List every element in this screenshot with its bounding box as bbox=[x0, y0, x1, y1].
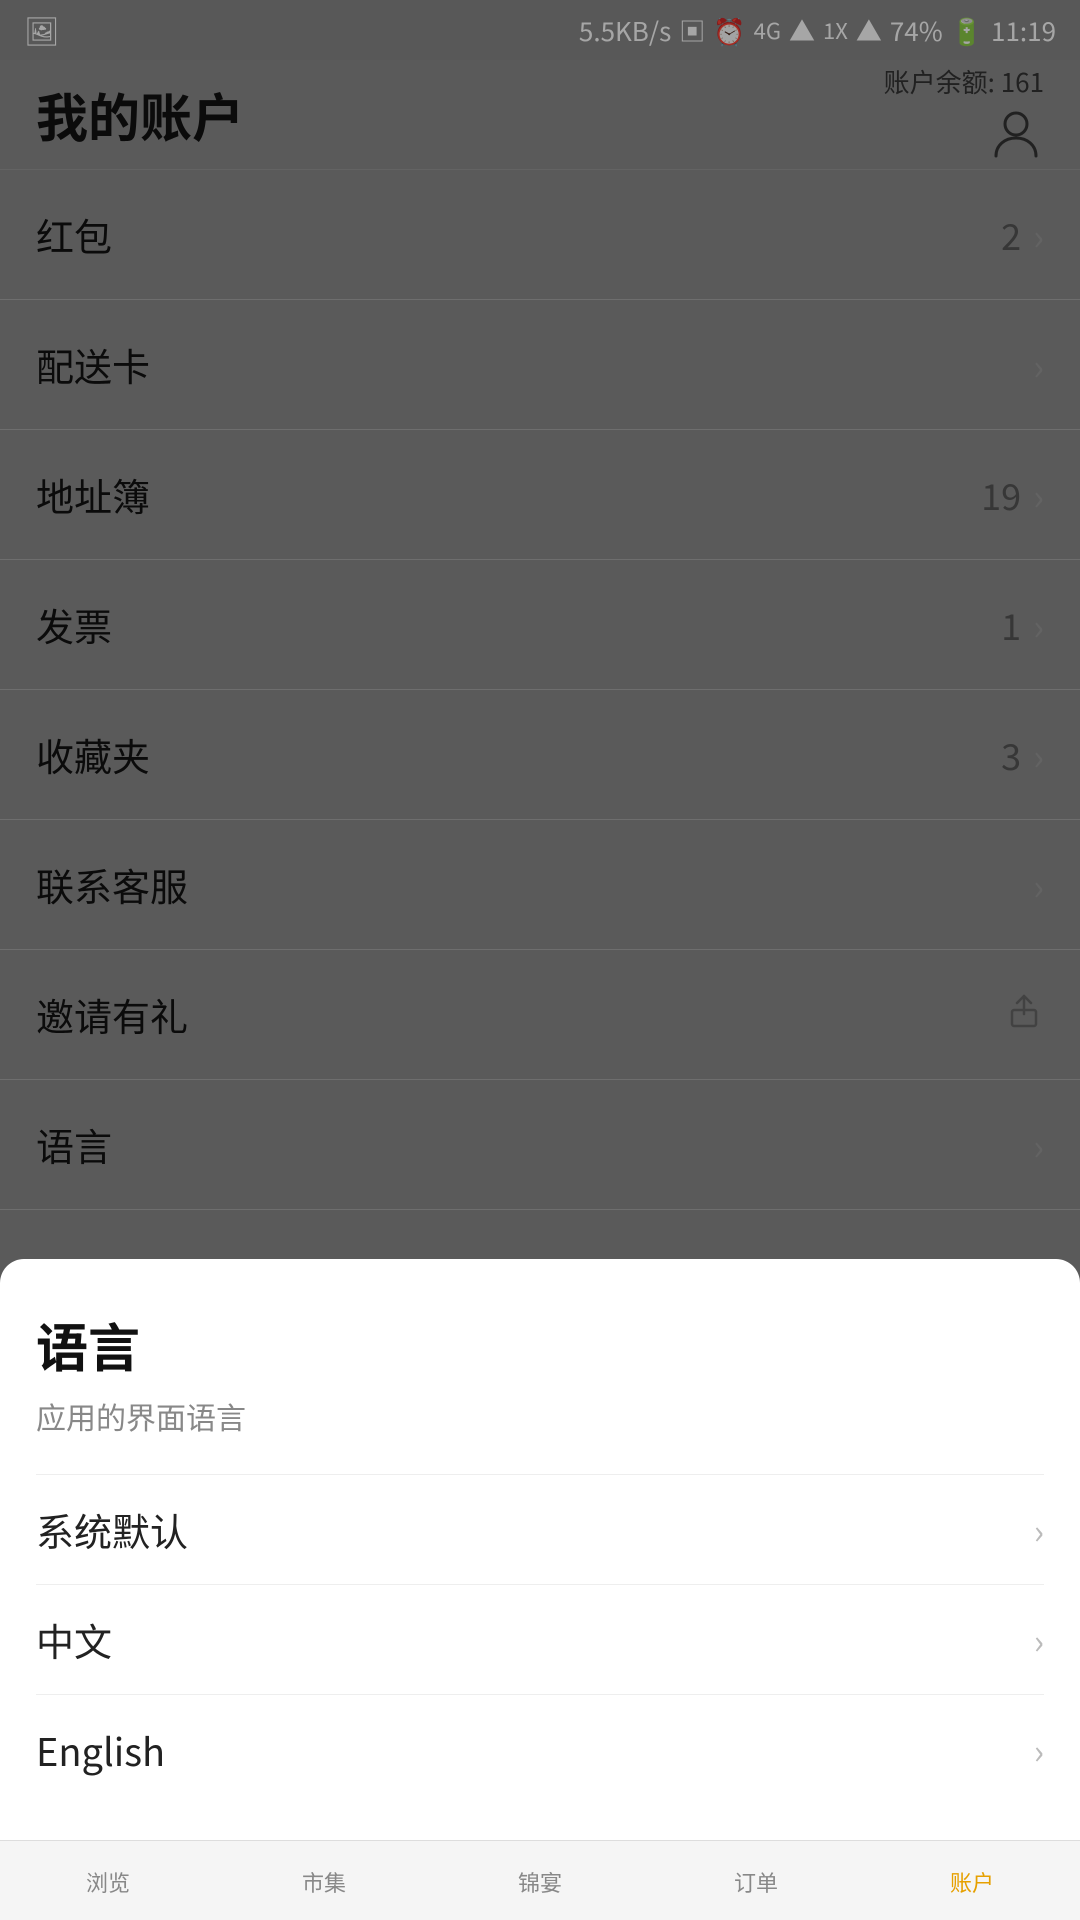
lang-label-english: English bbox=[36, 1722, 165, 1777]
lang-option-system-default[interactable]: 系统默认 › bbox=[36, 1474, 1044, 1584]
nav-label-account: 账户 bbox=[950, 1866, 994, 1898]
nav-label-market: 市集 bbox=[302, 1866, 346, 1898]
sheet-title: 语言 bbox=[36, 1307, 1044, 1382]
chevron-icon-chinese: › bbox=[1034, 1615, 1044, 1664]
nav-label-jinyan: 锦宴 bbox=[518, 1866, 562, 1898]
nav-label-orders: 订单 bbox=[734, 1866, 778, 1898]
nav-item-account[interactable]: 账户 bbox=[864, 1864, 1080, 1898]
lang-label-chinese: 中文 bbox=[36, 1612, 112, 1667]
bottom-nav: 浏览 市集 锦宴 订单 账户 bbox=[0, 1840, 1080, 1920]
lang-label-system-default: 系统默认 bbox=[36, 1502, 188, 1557]
chevron-icon-english: › bbox=[1034, 1725, 1044, 1774]
nav-item-browse[interactable]: 浏览 bbox=[0, 1864, 216, 1898]
chevron-icon-system-default: › bbox=[1034, 1505, 1044, 1554]
lang-option-english[interactable]: English › bbox=[36, 1694, 1044, 1804]
lang-option-chinese[interactable]: 中文 › bbox=[36, 1584, 1044, 1694]
nav-item-market[interactable]: 市集 bbox=[216, 1864, 432, 1898]
language-bottom-sheet: 语言 应用的界面语言 系统默认 › 中文 › English › bbox=[0, 1259, 1080, 1840]
nav-item-jinyan[interactable]: 锦宴 bbox=[432, 1864, 648, 1898]
nav-item-orders[interactable]: 订单 bbox=[648, 1864, 864, 1898]
nav-label-browse: 浏览 bbox=[86, 1866, 130, 1898]
sheet-subtitle: 应用的界面语言 bbox=[36, 1394, 1044, 1438]
